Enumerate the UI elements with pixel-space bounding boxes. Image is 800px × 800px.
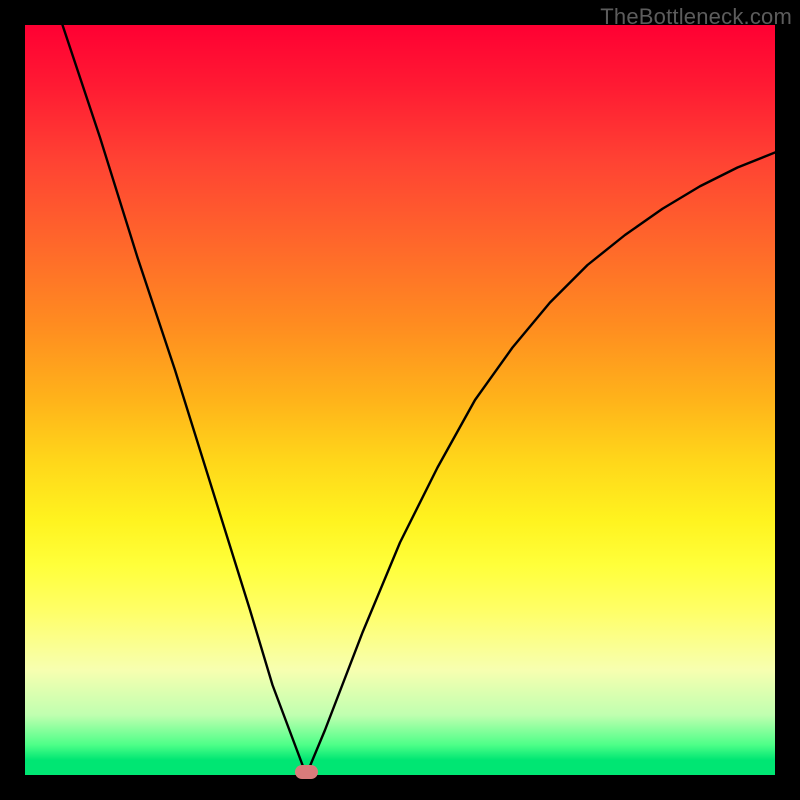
bottleneck-curve	[25, 25, 775, 775]
curve-right-branch	[306, 153, 775, 776]
optimal-point-marker	[295, 765, 318, 779]
chart-plot-area	[25, 25, 775, 775]
curve-left-branch	[63, 25, 307, 775]
chart-frame: TheBottleneck.com	[0, 0, 800, 800]
watermark-text: TheBottleneck.com	[600, 4, 792, 30]
